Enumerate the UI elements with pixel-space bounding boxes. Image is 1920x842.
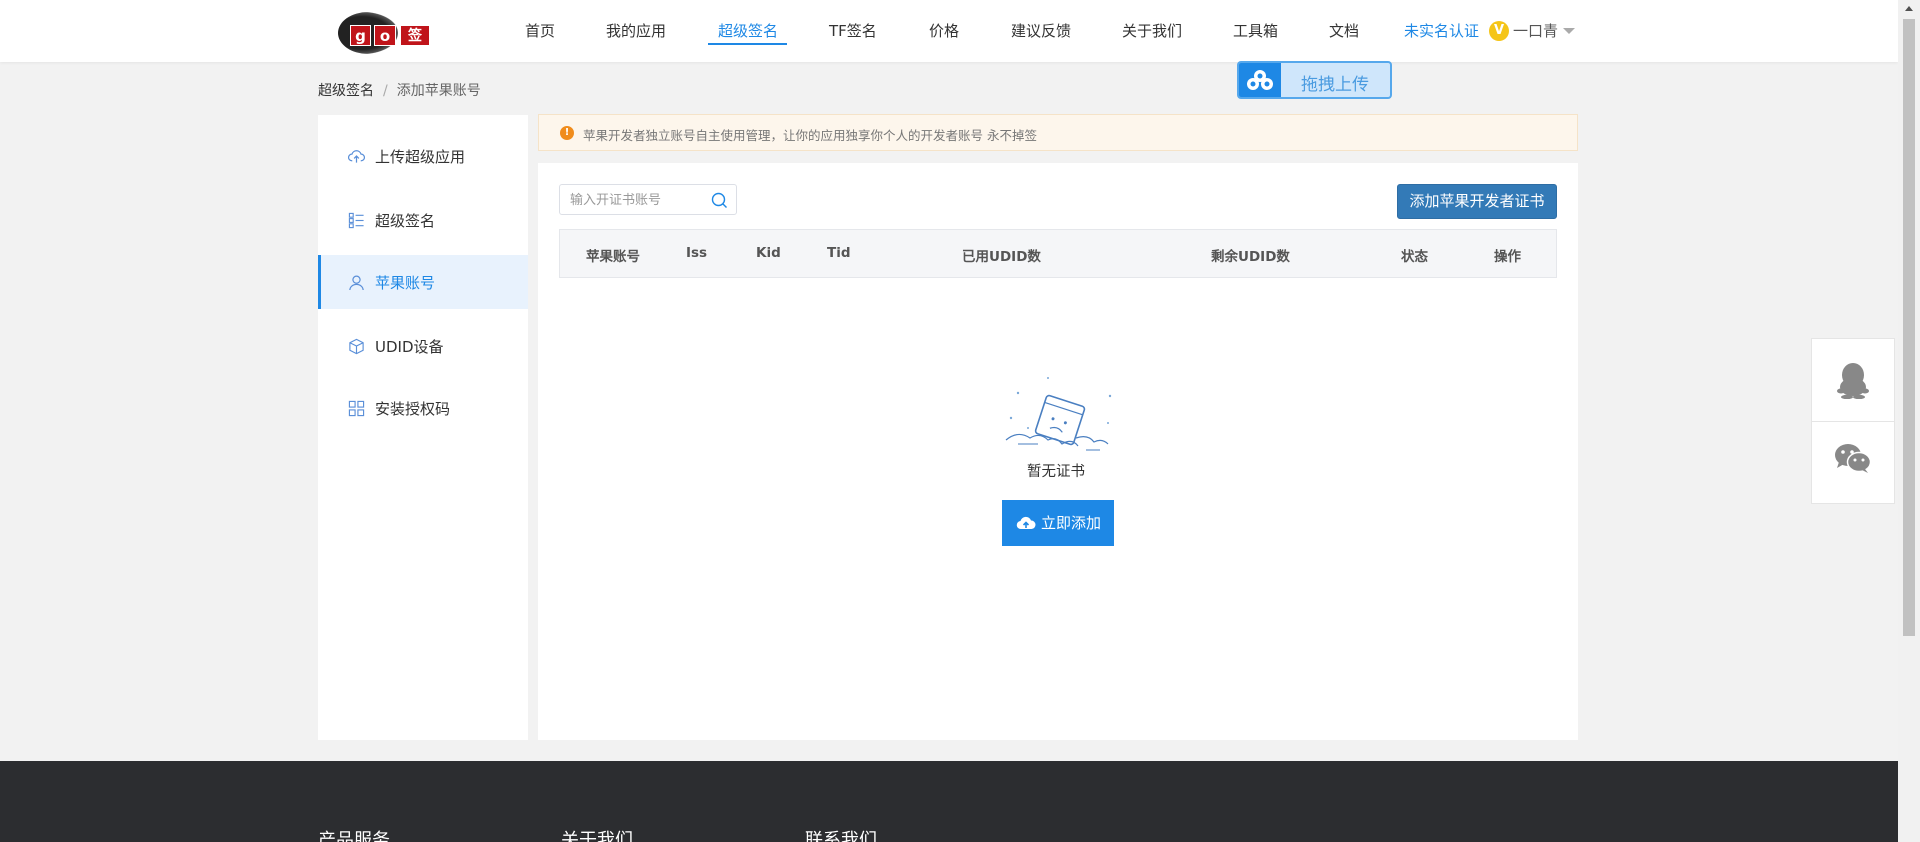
nav-toolbox[interactable]: 工具箱 xyxy=(1233,20,1278,41)
sidebar-item-label: 安装授权码 xyxy=(375,400,451,418)
column-header-iss: Iss xyxy=(686,245,708,261)
column-header-used-udid: 已用UDID数 xyxy=(962,249,1041,265)
chevron-down-icon[interactable] xyxy=(1563,28,1575,34)
drag-upload-label: 拖拽上传 xyxy=(1301,75,1369,95)
nav-super-sign[interactable]: 超级签名 xyxy=(718,20,778,41)
nav-docs[interactable]: 文档 xyxy=(1329,20,1359,41)
column-header-actions: 操作 xyxy=(1494,249,1521,265)
notice-text: 苹果开发者独立账号自主使用管理，让你的应用独享你个人的开发者账号 永不掉签 xyxy=(583,128,1037,143)
breadcrumb: 超级签名 / 添加苹果账号 xyxy=(318,80,481,100)
sidebar-item-udid-devices[interactable]: UDID设备 xyxy=(318,319,528,373)
breadcrumb-current: 添加苹果账号 xyxy=(396,83,481,99)
footer-heading-contact: 联系我们 xyxy=(805,830,877,842)
vertical-scrollbar[interactable] xyxy=(1898,0,1920,842)
scroll-up-arrow-icon[interactable] xyxy=(1905,6,1913,11)
warning-icon: ! xyxy=(560,126,574,140)
sidebar-item-upload-app[interactable]: 上传超级应用 xyxy=(318,129,528,183)
list-icon xyxy=(348,212,364,229)
sidebar-item-install-auth-code[interactable]: 安装授权码 xyxy=(318,381,528,435)
notice-banner: ! 苹果开发者独立账号自主使用管理，让你的应用独享你个人的开发者账号 永不掉签 xyxy=(538,114,1578,151)
nav-active-indicator xyxy=(708,43,787,45)
top-header: g o 签 首页 我的应用 超级签名 TF签名 价格 建议反馈 关于我们 工具箱… xyxy=(0,0,1898,62)
site-footer: 产品服务 关于我们 联系我们 xyxy=(0,761,1898,842)
column-header-status: 状态 xyxy=(1401,249,1428,265)
logo-tile-1: g xyxy=(350,25,371,46)
nav-feedback[interactable]: 建议反馈 xyxy=(1011,20,1071,41)
sidebar-item-label: 超级签名 xyxy=(375,212,436,230)
sidebar-item-label: UDID设备 xyxy=(375,338,444,356)
empty-state-text: 暂无证书 xyxy=(1027,464,1085,480)
add-now-label: 立即添加 xyxy=(1041,514,1102,532)
footer-heading-about: 关于我们 xyxy=(561,830,633,842)
search-icon[interactable] xyxy=(711,192,728,209)
contact-float-panel xyxy=(1811,338,1895,504)
nav-home[interactable]: 首页 xyxy=(525,20,555,41)
add-apple-cert-button[interactable]: 添加苹果开发者证书 xyxy=(1397,184,1557,219)
realname-verify-link[interactable]: 未实名认证 xyxy=(1404,20,1479,41)
nav-pricing[interactable]: 价格 xyxy=(929,20,959,41)
drag-upload-button[interactable]: 拖拽上传 xyxy=(1237,61,1392,99)
column-header-tid: Tid xyxy=(827,245,851,261)
breadcrumb-parent[interactable]: 超级签名 xyxy=(318,83,374,99)
sidebar-item-apple-account[interactable]: 苹果账号 xyxy=(318,255,528,309)
cloud-upload-box xyxy=(1239,63,1281,97)
footer-heading-products: 产品服务 xyxy=(318,830,390,842)
nav-about[interactable]: 关于我们 xyxy=(1122,20,1182,41)
add-now-button[interactable]: 立即添加 xyxy=(1002,500,1114,546)
wechat-icon[interactable] xyxy=(1834,443,1872,475)
logo-tile-3: 签 xyxy=(400,25,430,46)
table-header: 苹果账号 Iss Kid Tid 已用UDID数 剩余UDID数 状态 操作 xyxy=(559,229,1557,278)
search-box xyxy=(559,184,737,215)
panel-divider xyxy=(1812,421,1894,422)
grid-icon xyxy=(348,400,365,417)
cloud-upload-icon xyxy=(1016,516,1036,530)
nav-my-apps[interactable]: 我的应用 xyxy=(606,20,666,41)
sidebar-item-label: 上传超级应用 xyxy=(375,148,466,166)
nav-tf-sign[interactable]: TF签名 xyxy=(829,20,877,41)
site-logo[interactable]: g o 签 xyxy=(338,12,434,54)
user-icon xyxy=(349,275,364,291)
column-header-kid: Kid xyxy=(756,245,781,261)
search-input[interactable] xyxy=(570,191,705,209)
cloud-upload-icon xyxy=(348,150,365,163)
breadcrumb-separator: / xyxy=(383,83,388,99)
empty-box-illustration xyxy=(1005,377,1112,451)
column-header-apple-account: 苹果账号 xyxy=(586,249,640,265)
qq-icon[interactable] xyxy=(1836,361,1870,399)
sidebar-item-label: 苹果账号 xyxy=(375,274,436,292)
logo-tile-2: o xyxy=(374,25,396,46)
cube-icon xyxy=(349,338,364,355)
sidebar: 上传超级应用 超级签名 苹果账号 UDID设备 安装授权码 xyxy=(318,115,528,740)
main-content: 添加苹果开发者证书 苹果账号 Iss Kid Tid 已用UDID数 剩余UDI… xyxy=(538,163,1578,740)
sidebar-item-super-sign[interactable]: 超级签名 xyxy=(318,193,528,247)
scrollbar-thumb[interactable] xyxy=(1903,19,1915,636)
column-header-remaining-udid: 剩余UDID数 xyxy=(1211,249,1290,265)
vip-badge-icon: V xyxy=(1489,21,1509,41)
user-menu[interactable]: 一口青 xyxy=(1513,20,1558,41)
cluster-icon xyxy=(1247,70,1273,90)
